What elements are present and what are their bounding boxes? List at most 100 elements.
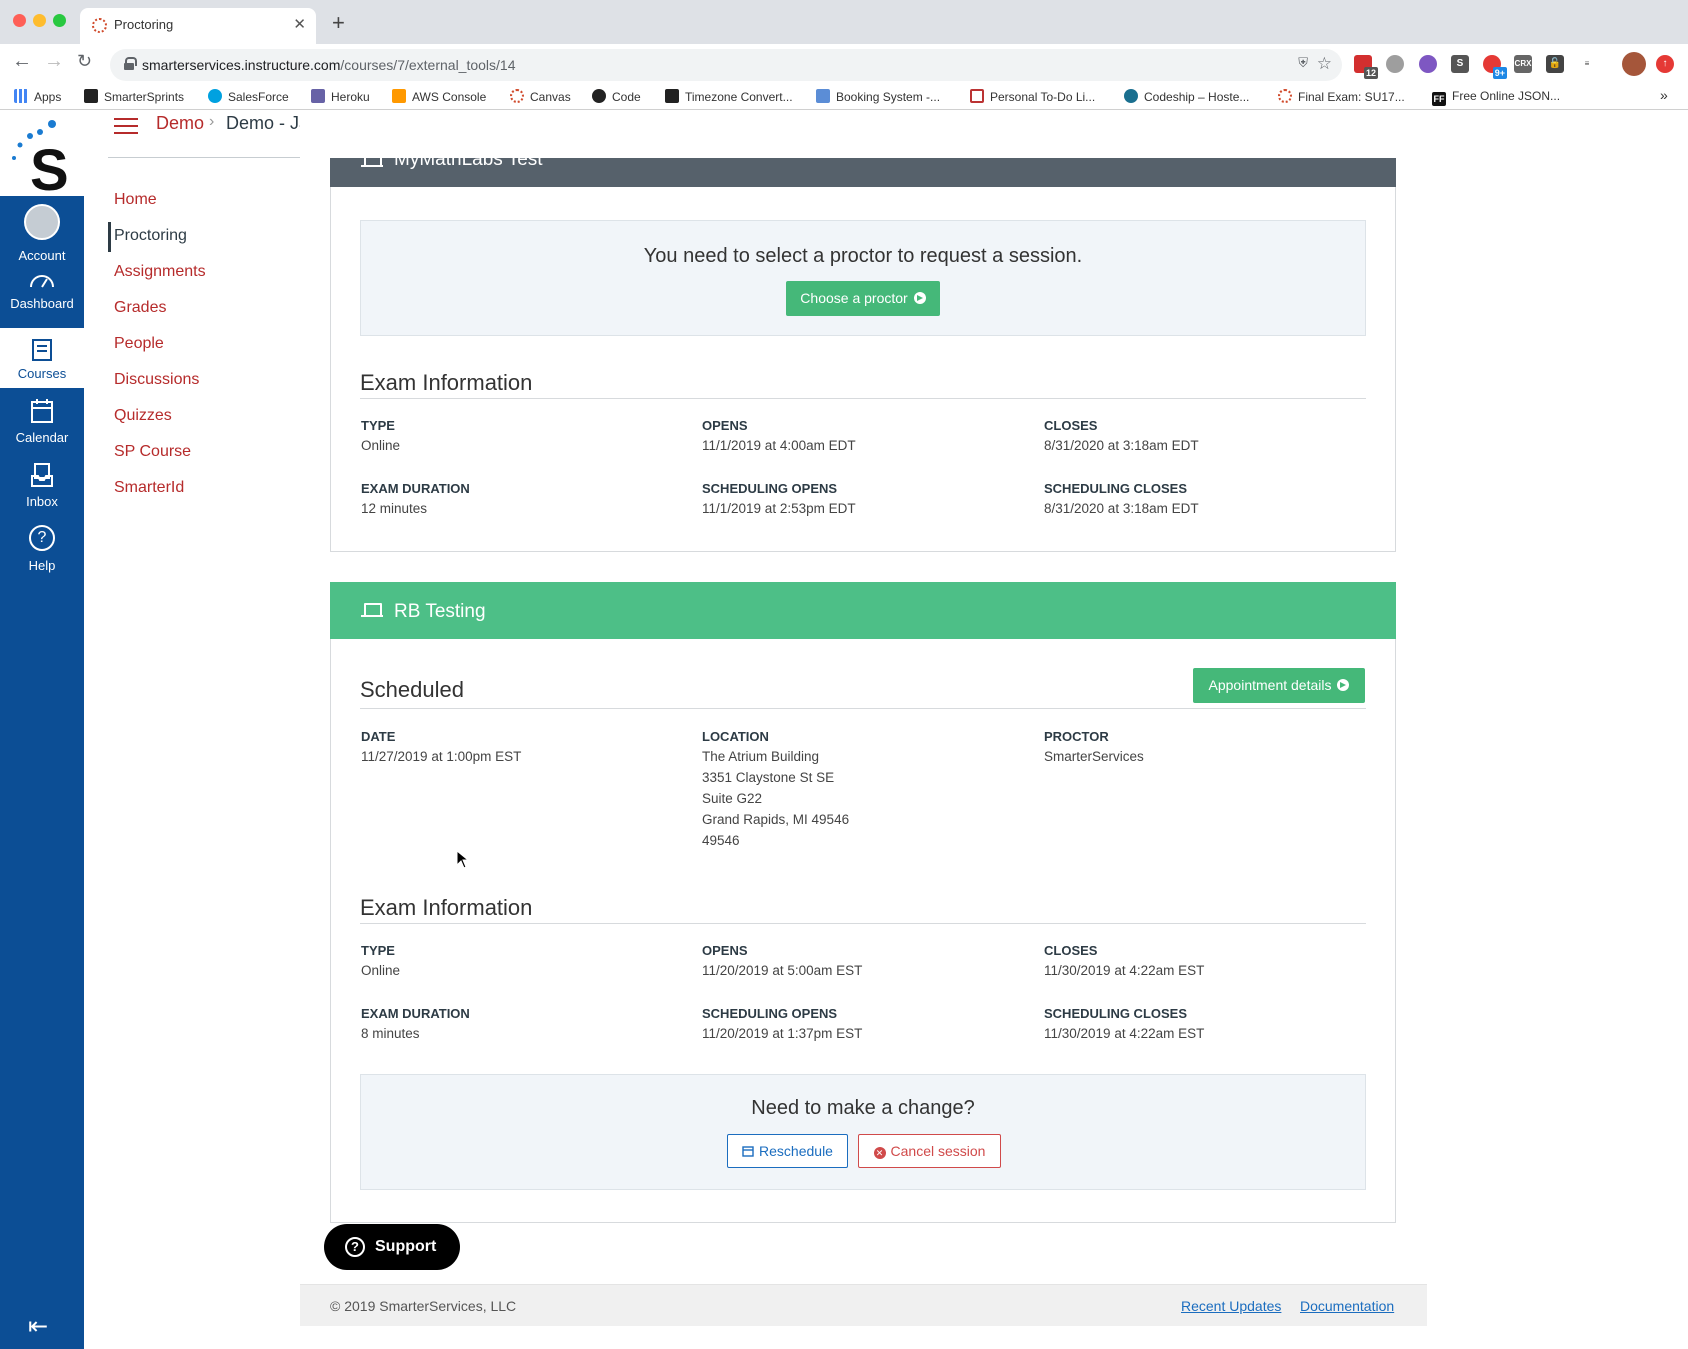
star-icon[interactable]: ☆ [1317, 54, 1332, 74]
forward-arrow-icon[interactable]: → [44, 50, 64, 73]
exam-info-title: Exam Information [360, 895, 533, 920]
extension-text-icon[interactable]: ≡ [1578, 55, 1596, 73]
nav-courses[interactable]: Courses [0, 328, 84, 388]
nav-help[interactable]: ? Help [0, 520, 84, 580]
course-nav-smarterid[interactable]: SmarterId [114, 479, 184, 497]
date-label: DATE [361, 729, 396, 744]
support-label: Support [375, 1238, 437, 1255]
type-value: Online [361, 963, 401, 978]
closes-value: 11/30/2019 at 4:22am EST [1044, 963, 1205, 978]
window-close-button[interactable] [13, 14, 26, 27]
bookmark-todo[interactable]: Personal To-Do Li... [970, 89, 1095, 104]
courses-book-icon [32, 339, 52, 361]
proctor-label: PROCTOR [1044, 729, 1109, 744]
support-button[interactable]: ? Support [324, 1224, 460, 1270]
smarter-logo-icon [665, 89, 679, 103]
inbox-icon [31, 463, 53, 487]
section-divider [360, 398, 1366, 399]
bookmark-timezone[interactable]: Timezone Convert... [665, 89, 793, 104]
tab-close-icon[interactable]: ✕ [293, 15, 306, 33]
nav-help-label: Help [28, 558, 56, 573]
calendar-icon [742, 1146, 754, 1157]
extension-globe-icon[interactable] [1419, 55, 1437, 73]
new-tab-icon[interactable]: + [332, 10, 345, 36]
update-alert-icon[interactable]: ↑ [1656, 55, 1674, 73]
course-nav-proctoring[interactable]: Proctoring [114, 227, 187, 245]
course-nav-discussions[interactable]: Discussions [114, 371, 199, 389]
collapse-nav-icon[interactable]: ⇤ [28, 1312, 48, 1341]
nav-account[interactable]: Account [0, 196, 84, 263]
extension-reader-icon[interactable]: 9+ [1483, 55, 1507, 79]
times-circle-icon: ✕ [873, 1147, 886, 1159]
appointment-details-button[interactable]: Appointment details [1193, 668, 1365, 703]
extension-cloud-icon[interactable] [1386, 55, 1404, 73]
change-callout: Need to make a change? Reschedule ✕ Cance… [360, 1074, 1366, 1190]
nav-inbox-label: Inbox [26, 494, 58, 509]
choose-proctor-button[interactable]: Choose a proctor [786, 281, 940, 316]
extension-s-icon[interactable]: S [1451, 55, 1469, 73]
bookmark-canvas[interactable]: Canvas [510, 89, 571, 104]
salesforce-cloud-icon [208, 89, 222, 103]
section-divider [360, 923, 1366, 924]
canvas-icon [1278, 89, 1292, 103]
bookmark-final-exam[interactable]: Final Exam: SU17... [1278, 89, 1405, 104]
nav-inbox[interactable]: Inbox [0, 456, 84, 516]
bookmark-aws-console[interactable]: AWS Console [392, 89, 486, 104]
course-nav-people[interactable]: People [114, 335, 164, 353]
shield-icon[interactable]: ⛨ [1298, 55, 1308, 71]
bookmark-salesforce[interactable]: SalesForce [208, 89, 289, 104]
location-label: LOCATION [702, 729, 769, 744]
hamburger-menu-icon[interactable] [114, 116, 138, 134]
window-zoom-button[interactable] [53, 14, 66, 27]
scheduling-opens-label: SCHEDULING OPENS [702, 481, 838, 496]
documentation-link[interactable]: Documentation [1300, 1298, 1394, 1314]
closes-label: CLOSES [1044, 943, 1098, 958]
course-nav-sp-course[interactable]: SP Course [114, 443, 191, 461]
address-bar[interactable]: smarterservices.instructure.com/courses/… [110, 49, 1342, 81]
change-title: Need to make a change? [751, 1097, 975, 1119]
svg-text:S: S [30, 138, 69, 196]
bookmark-booking[interactable]: Booking System -... [816, 89, 940, 104]
help-question-icon: ? [345, 1237, 365, 1257]
extension-crx-icon[interactable]: CRX [1514, 55, 1532, 73]
course-nav-quizzes[interactable]: Quizzes [114, 407, 172, 425]
back-arrow-icon[interactable]: ← [12, 50, 32, 73]
course-nav-assignments[interactable]: Assignments [114, 263, 206, 281]
extension-lock-icon[interactable]: 🔓 [1546, 55, 1564, 73]
course-nav-home[interactable]: Home [114, 191, 157, 209]
extension-calendar-icon[interactable]: 12 [1354, 55, 1378, 79]
browser-tab[interactable]: Proctoring ✕ [80, 8, 316, 44]
reload-icon[interactable]: ↻ [77, 51, 92, 72]
course-nav-grades[interactable]: Grades [114, 299, 166, 317]
exam-header: RB Testing [330, 582, 1396, 639]
nav-dashboard[interactable]: Dashboard [0, 264, 84, 324]
arrow-circle-right-icon [913, 292, 926, 304]
bookmark-apps[interactable]: Apps [14, 89, 61, 104]
bookmark-codeship[interactable]: Codeship – Hoste... [1124, 89, 1249, 104]
nav-calendar[interactable]: Calendar [0, 392, 84, 452]
ff-icon: FF [1432, 92, 1446, 106]
tab-title: Proctoring [114, 17, 174, 32]
global-navigation: S Account Dashboard Courses Calendar Inb… [0, 110, 84, 1349]
breadcrumb-course-link[interactable]: Demo [156, 113, 204, 134]
scheduling-opens-value: 11/1/2019 at 2:53pm EDT [702, 501, 856, 516]
cancel-session-button[interactable]: ✕ Cancel session [858, 1134, 1001, 1168]
copyright-text: © 2019 SmarterServices, LLC [330, 1298, 517, 1314]
institution-logo[interactable]: S [0, 110, 84, 203]
bookmark-json[interactable]: FF Free Online JSON... [1432, 89, 1560, 106]
recent-updates-link[interactable]: Recent Updates [1181, 1298, 1281, 1314]
type-label: TYPE [361, 418, 395, 433]
select-proctor-callout: You need to select a proctor to request … [360, 220, 1366, 336]
scheduled-title: Scheduled [360, 677, 464, 702]
reschedule-button[interactable]: Reschedule [727, 1134, 848, 1168]
opens-label: OPENS [702, 943, 748, 958]
bookmarks-bar: Apps SmarterSprints SalesForce Heroku AW… [0, 86, 1688, 110]
scheduling-closes-value: 11/30/2019 at 4:22am EST [1044, 1026, 1205, 1041]
github-icon [592, 89, 606, 103]
profile-avatar[interactable] [1622, 52, 1646, 76]
bookmark-code[interactable]: Code [592, 89, 641, 104]
window-minimize-button[interactable] [33, 14, 46, 27]
bookmark-heroku[interactable]: Heroku [311, 89, 370, 104]
more-bookmarks-icon[interactable]: » [1660, 87, 1668, 103]
bookmark-smartersprints[interactable]: SmarterSprints [84, 89, 184, 104]
